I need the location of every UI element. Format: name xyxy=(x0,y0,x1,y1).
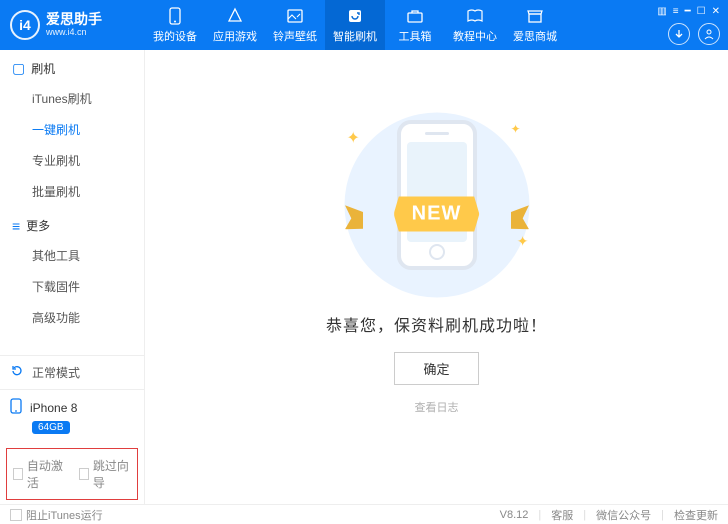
sidebar-item-batch-flash[interactable]: 批量刷机 xyxy=(32,176,144,207)
auto-activate-checkbox[interactable]: 自动激活 xyxy=(13,457,65,491)
mode-label: 正常模式 xyxy=(32,364,80,381)
device-phone-icon xyxy=(10,398,22,417)
phone-outline-icon: ▢ xyxy=(12,60,25,77)
list-icon: ≡ xyxy=(12,218,20,234)
nav-label: 爱思商城 xyxy=(513,28,557,44)
nav-label: 工具箱 xyxy=(399,28,432,44)
phone-icon xyxy=(166,7,184,25)
options-highlight-box: 自动激活 跳过向导 xyxy=(6,448,138,500)
nav-my-device[interactable]: 我的设备 xyxy=(145,0,205,50)
nav-flash[interactable]: 智能刷机 xyxy=(325,0,385,50)
nav-label: 铃声壁纸 xyxy=(273,28,317,44)
success-message: 恭喜您，保资料刷机成功啦！ xyxy=(326,312,547,336)
storage-badge: 64GB xyxy=(32,421,70,434)
sidebar-item-advanced[interactable]: 高级功能 xyxy=(32,302,144,333)
sidebar-item-oneclick-flash[interactable]: 一键刷机 xyxy=(32,114,144,145)
phone-illustration-icon xyxy=(397,120,477,270)
nav-apps[interactable]: 应用游戏 xyxy=(205,0,265,50)
sidebar: ▢ 刷机 iTunes刷机 一键刷机 专业刷机 批量刷机 ≡ 更多 其他工具 下… xyxy=(0,50,145,504)
skip-wizard-checkbox[interactable]: 跳过向导 xyxy=(79,457,131,491)
maximize-icon[interactable]: ☐ xyxy=(697,6,706,17)
checkbox-icon xyxy=(13,468,23,480)
app-logo-icon: i4 xyxy=(10,10,40,40)
flash-icon xyxy=(346,7,364,25)
sparkle-icon: ✦ xyxy=(510,122,520,136)
sidebar-group-flash[interactable]: ▢ 刷机 xyxy=(0,50,144,83)
nav-tutorials[interactable]: 教程中心 xyxy=(445,0,505,50)
app-title: 爱思助手 xyxy=(46,12,102,27)
nav-label: 智能刷机 xyxy=(333,28,377,44)
statusbar: 阻止iTunes运行 V8.12 | 客服 | 微信公众号 | 检查更新 xyxy=(0,504,728,524)
nav-label: 我的设备 xyxy=(153,28,197,44)
app-url: www.i4.cn xyxy=(46,28,102,38)
toolbox-icon xyxy=(406,7,424,25)
block-itunes-checkbox[interactable]: 阻止iTunes运行 xyxy=(10,507,103,523)
new-ribbon: NEW xyxy=(394,197,480,232)
top-nav: 我的设备 应用游戏 铃声壁纸 智能刷机 工具箱 xyxy=(145,0,565,50)
nav-ringtones[interactable]: 铃声壁纸 xyxy=(265,0,325,50)
wallpaper-icon xyxy=(286,7,304,25)
check-update-link[interactable]: 检查更新 xyxy=(674,507,718,523)
minimize-icon[interactable]: ━ xyxy=(685,6,691,17)
refresh-icon xyxy=(10,364,24,381)
titlebar: i4 爱思助手 www.i4.cn 我的设备 应用游戏 铃声壁纸 xyxy=(0,0,728,50)
titlebar-right: ▥ ≡ ━ ☐ ✕ xyxy=(657,6,728,45)
device-panel[interactable]: iPhone 8 64GB xyxy=(0,389,144,442)
nav-label: 应用游戏 xyxy=(213,28,257,44)
version-label: V8.12 xyxy=(500,509,529,521)
store-icon xyxy=(526,7,544,25)
menu-icon[interactable]: ≡ xyxy=(673,6,679,17)
sparkle-icon: ✦ xyxy=(347,128,360,148)
user-icon[interactable] xyxy=(698,23,720,45)
checkbox-icon xyxy=(10,509,22,521)
wechat-link[interactable]: 微信公众号 xyxy=(596,507,651,523)
shirt-icon[interactable]: ▥ xyxy=(657,6,666,17)
ok-button[interactable]: 确定 xyxy=(394,352,478,385)
checkbox-label: 自动激活 xyxy=(27,457,65,491)
checkbox-icon xyxy=(79,468,89,480)
sidebar-item-other-tools[interactable]: 其他工具 xyxy=(32,240,144,271)
book-icon xyxy=(466,7,484,25)
sidebar-item-download-firmware[interactable]: 下载固件 xyxy=(32,271,144,302)
main-content: ✦ ✦ ✦ NEW 恭喜您，保资料刷机成功啦！ 确定 查看日志 xyxy=(145,50,728,504)
sidebar-item-pro-flash[interactable]: 专业刷机 xyxy=(32,145,144,176)
sidebar-item-itunes-flash[interactable]: iTunes刷机 xyxy=(32,83,144,114)
sidebar-group-title: 更多 xyxy=(26,217,50,234)
nav-store[interactable]: 爱思商城 xyxy=(505,0,565,50)
nav-label: 教程中心 xyxy=(453,28,497,44)
checkbox-label: 跳过向导 xyxy=(93,457,131,491)
checkbox-label: 阻止iTunes运行 xyxy=(26,507,103,523)
device-name: iPhone 8 xyxy=(30,401,77,415)
download-icon[interactable] xyxy=(668,23,690,45)
nav-toolbox[interactable]: 工具箱 xyxy=(385,0,445,50)
view-log-link[interactable]: 查看日志 xyxy=(415,399,459,415)
apps-icon xyxy=(226,7,244,25)
sidebar-group-title: 刷机 xyxy=(31,60,55,77)
mode-panel[interactable]: 正常模式 xyxy=(0,355,144,389)
sidebar-group-more[interactable]: ≡ 更多 xyxy=(0,207,144,240)
success-illustration: ✦ ✦ ✦ NEW xyxy=(327,100,547,290)
support-link[interactable]: 客服 xyxy=(551,507,573,523)
close-icon[interactable]: ✕ xyxy=(712,6,720,17)
sparkle-icon: ✦ xyxy=(517,233,529,250)
logo-block: i4 爱思助手 www.i4.cn xyxy=(0,10,145,40)
